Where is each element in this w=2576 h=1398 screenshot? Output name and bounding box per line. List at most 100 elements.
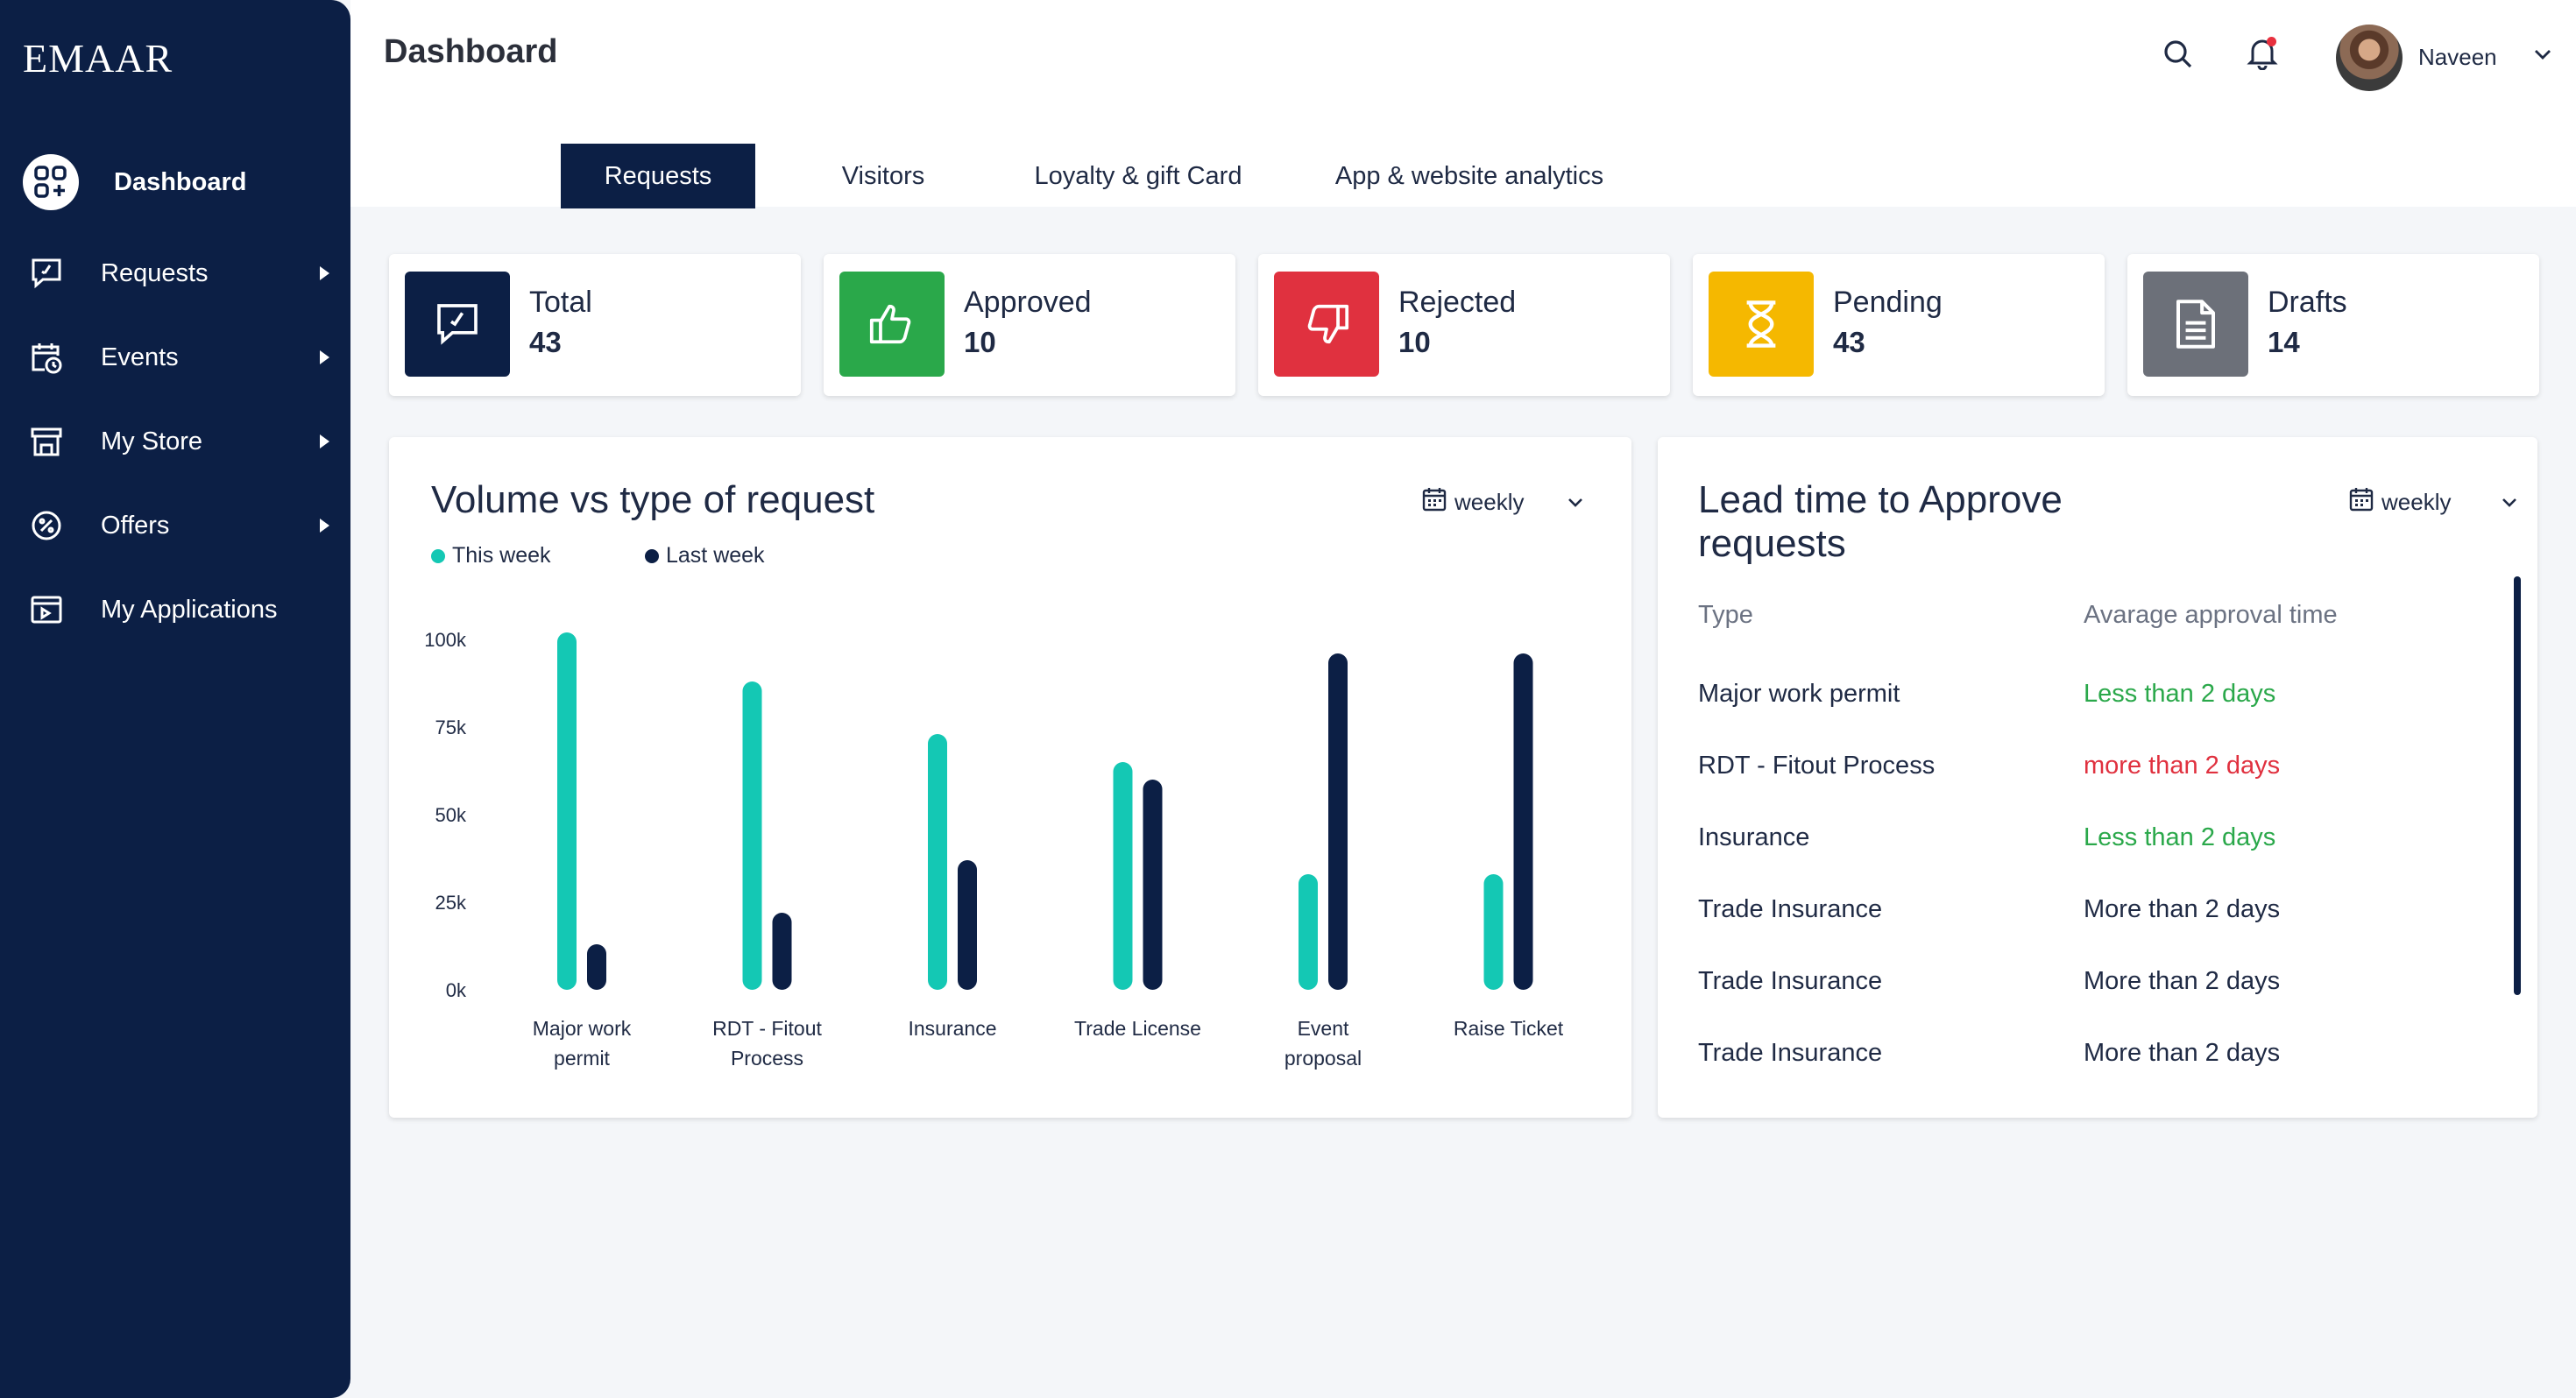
row-time: more than 2 days	[2084, 752, 2281, 780]
sidebar-item-label: My Applications	[101, 595, 278, 624]
application-window-icon	[28, 591, 65, 628]
sidebar-item-label: Dashboard	[114, 167, 247, 196]
column-header-type: Type	[1698, 601, 1753, 629]
x-category-label: Event	[1298, 1017, 1349, 1040]
calendar-icon	[2348, 486, 2374, 519]
chevron-down-icon[interactable]	[1565, 492, 1586, 518]
stat-card-drafts[interactable]: Drafts 14	[2127, 254, 2539, 396]
bar-last-week[interactable]	[958, 860, 977, 990]
tab-app-website-analytics[interactable]: App & website analytics	[1265, 144, 1674, 208]
row-type: Trade Insurance	[1698, 1039, 1883, 1067]
volume-period-select[interactable]: weekly	[1421, 486, 1524, 519]
search-icon[interactable]	[2159, 35, 2197, 74]
x-category-label: Trade License	[1074, 1017, 1201, 1040]
bar-last-week[interactable]	[587, 944, 606, 990]
sidebar-item-label: Requests	[101, 258, 209, 287]
sidebar-item-my-applications[interactable]: My Applications	[0, 575, 350, 645]
bar-this-week[interactable]	[742, 681, 762, 990]
bar-last-week[interactable]	[1328, 653, 1348, 990]
chevron-down-icon[interactable]	[2499, 492, 2520, 518]
user-name[interactable]: Naveen	[2418, 44, 2497, 71]
tab-visitors[interactable]: Visitors	[755, 144, 1011, 208]
tab-bar: Requests Visitors Loyalty & gift Card Ap…	[561, 144, 1674, 208]
bar-chart: 100k 75k 50k 25k 0k Major work permit RDT - Fit…	[424, 629, 1564, 1070]
y-tick-label: 25k	[435, 892, 467, 914]
sidebar-item-events[interactable]: Events	[0, 322, 350, 392]
request-chat-icon	[405, 272, 510, 377]
table-row: Insurance Less than 2 days	[1698, 823, 2364, 867]
row-time: More than 2 days	[2084, 895, 2281, 923]
bar-last-week[interactable]	[1143, 780, 1163, 990]
stat-card-pending[interactable]: Pending 43	[1693, 254, 2105, 396]
legend-dot	[645, 548, 659, 563]
sidebar-item-label: Offers	[101, 511, 170, 540]
lead-time-title-line2: requests	[1698, 522, 1846, 565]
volume-chart-title: Volume vs type of request	[431, 478, 875, 521]
sidebar-item-offers[interactable]: Offers	[0, 491, 350, 561]
row-time: Less than 2 days	[2084, 823, 2276, 851]
brand-logo: EMAAR	[23, 36, 173, 81]
x-category-label: permit	[554, 1047, 611, 1070]
table-row: RDT - Fitout Process more than 2 days	[1698, 752, 2364, 795]
stat-label: Approved	[964, 286, 1092, 319]
bar-this-week[interactable]	[1113, 762, 1133, 990]
lead-time-title-line1: Lead time to Approve	[1698, 478, 2063, 521]
stat-card-total[interactable]: Total 43	[389, 254, 801, 396]
bar-this-week[interactable]	[928, 734, 947, 990]
stat-card-approved[interactable]: Approved 10	[824, 254, 1235, 396]
y-tick-label: 50k	[435, 804, 467, 826]
volume-period-label: weekly	[1454, 489, 1525, 515]
x-category-label: Process	[731, 1047, 803, 1070]
stat-value: 10	[964, 326, 996, 358]
sidebar-item-label: My Store	[101, 427, 203, 455]
row-time: More than 2 days	[2084, 1039, 2281, 1067]
sidebar-item-dashboard[interactable]: Dashboard	[0, 147, 350, 217]
x-category-label: Insurance	[908, 1017, 996, 1040]
notification-dot	[2267, 37, 2276, 46]
lead-time-title: Lead time to Approve requests	[1698, 478, 2063, 566]
caret-right-icon	[320, 519, 329, 533]
row-type: Major work permit	[1698, 680, 1900, 708]
column-header-average-time: Avarage approval time	[2084, 601, 2338, 629]
row-time: Less than 2 days	[2084, 680, 2276, 708]
row-type: Insurance	[1698, 823, 1810, 851]
hourglass-icon	[1709, 272, 1814, 377]
stat-label: Pending	[1833, 286, 1943, 319]
legend-last-week: Last week	[645, 543, 765, 568]
table-row: Trade Insurance More than 2 days	[1698, 895, 2364, 939]
sidebar-item-requests[interactable]: Requests	[0, 238, 350, 308]
bell-icon[interactable]	[2243, 33, 2282, 72]
bar-this-week[interactable]	[1299, 874, 1318, 990]
avatar[interactable]	[2336, 25, 2403, 91]
tab-loyalty-gift-card[interactable]: Loyalty & gift Card	[1011, 144, 1265, 208]
caret-right-icon	[320, 434, 329, 448]
stat-value: 43	[529, 326, 562, 358]
lead-period-select[interactable]: weekly	[2348, 486, 2451, 519]
sidebar: EMAAR Dashboard Requests Events My Store…	[0, 0, 350, 1398]
caret-right-icon	[320, 350, 329, 364]
chevron-down-icon[interactable]	[2532, 44, 2553, 69]
legend-dot	[431, 548, 445, 563]
row-type: Trade Insurance	[1698, 967, 1883, 995]
page-title: Dashboard	[384, 33, 558, 70]
stat-label: Drafts	[2268, 286, 2347, 319]
row-type: Trade Insurance	[1698, 895, 1883, 923]
bar-this-week[interactable]	[1483, 874, 1504, 990]
thumbs-up-icon	[839, 272, 945, 377]
x-category-label: Raise Ticket	[1454, 1017, 1564, 1040]
tab-requests[interactable]: Requests	[561, 144, 755, 208]
y-tick-label: 100k	[424, 629, 467, 651]
store-icon	[28, 423, 65, 460]
caret-right-icon	[320, 266, 329, 280]
table-scrollbar[interactable]	[2514, 576, 2521, 995]
stat-label: Rejected	[1398, 286, 1517, 319]
legend-this-week: This week	[431, 543, 551, 568]
bar-this-week[interactable]	[557, 632, 577, 990]
stat-card-rejected[interactable]: Rejected 10	[1258, 254, 1670, 396]
sidebar-item-my-store[interactable]: My Store	[0, 406, 350, 477]
bar-last-week[interactable]	[1513, 653, 1533, 990]
lead-period-label: weekly	[2381, 489, 2452, 515]
bar-last-week[interactable]	[772, 913, 792, 990]
request-chat-icon	[28, 255, 65, 292]
y-tick-label: 0k	[446, 979, 467, 1001]
